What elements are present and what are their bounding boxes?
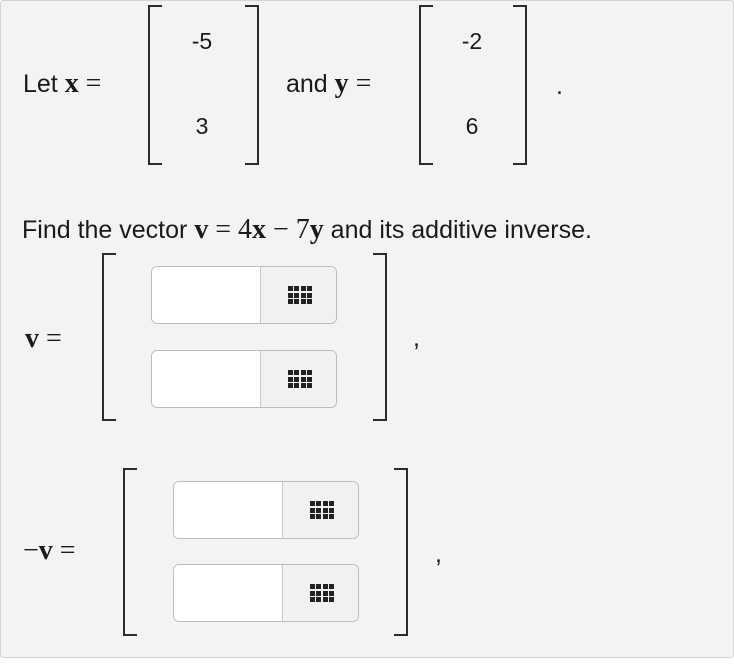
y-entry-1: -2 [461, 28, 483, 54]
v-entry-1-field [151, 266, 337, 324]
keypad-grid-icon [287, 286, 313, 304]
x-right-bracket [245, 5, 259, 165]
v-variable: v [25, 323, 39, 354]
x-entry-2: 3 [195, 113, 209, 139]
neg-v-left-bracket [123, 468, 137, 636]
neg-v-entry-1-input[interactable] [174, 482, 282, 538]
y-variable: y [334, 68, 349, 99]
find-text: Find the vector [22, 216, 188, 244]
neg-v-entry-1-field [173, 481, 359, 539]
and-statement: and y = [286, 69, 371, 99]
question-prompt: Find the vector v = 4x − 7y and its addi… [22, 215, 592, 245]
v-entry-2-field [151, 350, 337, 408]
tail-text: and its additive inverse. [330, 216, 592, 244]
equals-sign: = [85, 68, 102, 99]
x-variable: x [252, 214, 267, 245]
question-panel: Let x = -5 3 and y = -2 6 . Find the vec… [0, 0, 734, 658]
v-answer-label: v = [25, 324, 62, 354]
comma: , [413, 324, 420, 352]
v-entry-1-input[interactable] [152, 267, 260, 323]
y-right-bracket [513, 5, 527, 165]
v-left-bracket [102, 253, 116, 421]
keypad-grid-icon [309, 584, 335, 602]
equals-sign: = [45, 323, 62, 354]
keypad-grid-icon [309, 501, 335, 519]
math-keyboard-button[interactable] [260, 267, 336, 323]
neg-v-entry-2-input[interactable] [174, 565, 282, 621]
equals-sign: = [59, 535, 76, 566]
equals-sign: = [355, 68, 372, 99]
neg-v-right-bracket [394, 468, 408, 636]
math-keyboard-button[interactable] [260, 351, 336, 407]
coefficient-x: 4 [238, 214, 253, 245]
let-statement: Let x = [23, 69, 101, 99]
let-text: Let [23, 70, 58, 98]
x-entry-1: -5 [191, 28, 213, 54]
neg-v-answer-label: −v = [23, 536, 76, 566]
v-entry-2-input[interactable] [152, 351, 260, 407]
v-right-bracket [373, 253, 387, 421]
equals-sign: = [215, 214, 232, 245]
y-left-bracket [419, 5, 433, 165]
math-keyboard-button[interactable] [282, 482, 358, 538]
y-variable: y [309, 214, 324, 245]
and-text: and [286, 70, 328, 98]
x-variable: x [64, 68, 79, 99]
minus-sign: − [272, 214, 289, 245]
comma: , [435, 540, 442, 568]
x-left-bracket [148, 5, 162, 165]
y-entry-2: 6 [465, 113, 479, 139]
v-variable: v [194, 214, 209, 245]
v-variable: v [38, 535, 53, 566]
neg-v-entry-2-field [173, 564, 359, 622]
minus-sign: − [23, 535, 39, 566]
math-keyboard-button[interactable] [282, 565, 358, 621]
coefficient-y: 7 [295, 214, 310, 245]
keypad-grid-icon [287, 370, 313, 388]
period: . [556, 72, 563, 100]
